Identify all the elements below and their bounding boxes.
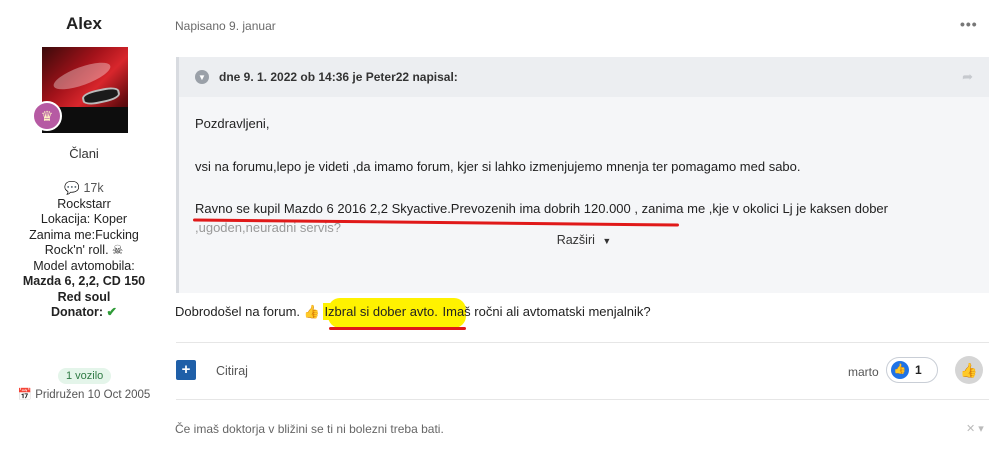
joined-date: 📅 Pridružen 10 Oct 2005 [0, 387, 168, 401]
quote-button[interactable]: Citiraj [216, 364, 248, 378]
reaction-count: 1 [915, 363, 922, 377]
author-location: Lokacija: Koper [40, 212, 128, 226]
donator-row: Donator: ✔ [0, 305, 168, 321]
divider [176, 399, 989, 400]
signature: Če imaš doktorja v bližini se ti ni bole… [175, 422, 444, 436]
reply-text: Imaš ročni ali avtomatski menjalnik? [442, 304, 651, 319]
author-stats: 💬 17k Rockstarr Lokacija: Koper Zanima m… [0, 181, 168, 321]
react-button-icon[interactable]: 👍 [955, 356, 983, 384]
quote-block: ▼ dne 9. 1. 2022 ob 14:36 je Peter22 nap… [176, 57, 989, 293]
like-icon: 👍 [891, 361, 909, 379]
quote-citation: dne 9. 1. 2022 ob 14:36 je Peter22 napis… [219, 70, 458, 84]
expand-button[interactable]: Razširi ▼ [179, 233, 989, 247]
post-date[interactable]: Napisano 9. januar [175, 19, 276, 33]
vehicles-badge[interactable]: 1 vozilo [58, 368, 112, 384]
divider [176, 342, 989, 343]
joined-date-text: Pridružen 10 Oct 2005 [35, 389, 151, 401]
rank-badge: ♛ [32, 101, 62, 131]
post-count: 💬 17k [0, 181, 168, 197]
quote-line: vsi na forumu,lepo je videti ,da imamo f… [195, 159, 801, 174]
post-body: Dobrodošel na forum. 👍 Izbral si dober a… [175, 303, 651, 320]
share-icon[interactable]: ➦ [962, 69, 973, 85]
author-interests: Zanima me:Fucking [29, 227, 139, 242]
chevron-down-icon[interactable]: ▼ [195, 70, 209, 84]
donator-label: Donator: [50, 305, 104, 319]
reply-text: Dobrodošel na forum. [175, 304, 304, 319]
close-signature-icon[interactable]: ✕ ▾ [966, 422, 984, 435]
author-interests-text: Rock'n' roll. [44, 243, 109, 257]
red-underline-annotation [329, 327, 466, 330]
comment-icon: 💬 [64, 181, 80, 195]
thumbs-up-emoji-icon: 👍 [303, 304, 320, 319]
author-name[interactable]: Alex [0, 14, 168, 34]
crown-icon: ♛ [40, 108, 54, 124]
reactor-name[interactable]: marto [848, 365, 879, 379]
car-model-value: Mazda 6, 2,2, CD 150 [22, 274, 146, 288]
car-model-label: Model avtomobila: [33, 258, 135, 273]
multiquote-button[interactable]: + [176, 360, 196, 380]
reaction-summary[interactable]: 👍 1 [886, 357, 938, 383]
checkmark-icon: ✔ [106, 305, 118, 319]
quote-line: Pozdravljeni, [195, 116, 270, 131]
quote-line: Ravno se kupil Mazdo 6 2016 2,2 Skyactiv… [195, 201, 888, 216]
expand-label: Razširi [556, 233, 595, 247]
calendar-icon: 📅 [17, 389, 33, 401]
skull-icon: ☠ [112, 243, 124, 257]
author-group: Člani [69, 146, 99, 161]
post-count-value: 17k [83, 181, 104, 195]
avatar-headlight [80, 85, 122, 107]
car-name: Red soul [57, 289, 111, 304]
author-title: Rockstarr [57, 196, 111, 211]
highlighted-text: Izbral si dober avto. [323, 303, 439, 320]
quote-header[interactable]: ▼ dne 9. 1. 2022 ob 14:36 je Peter22 nap… [179, 57, 989, 97]
caret-down-icon: ▼ [602, 236, 612, 246]
author-interests-2: Rock'n' roll. ☠ [0, 243, 168, 259]
more-options-icon[interactable]: ••• [960, 16, 978, 32]
